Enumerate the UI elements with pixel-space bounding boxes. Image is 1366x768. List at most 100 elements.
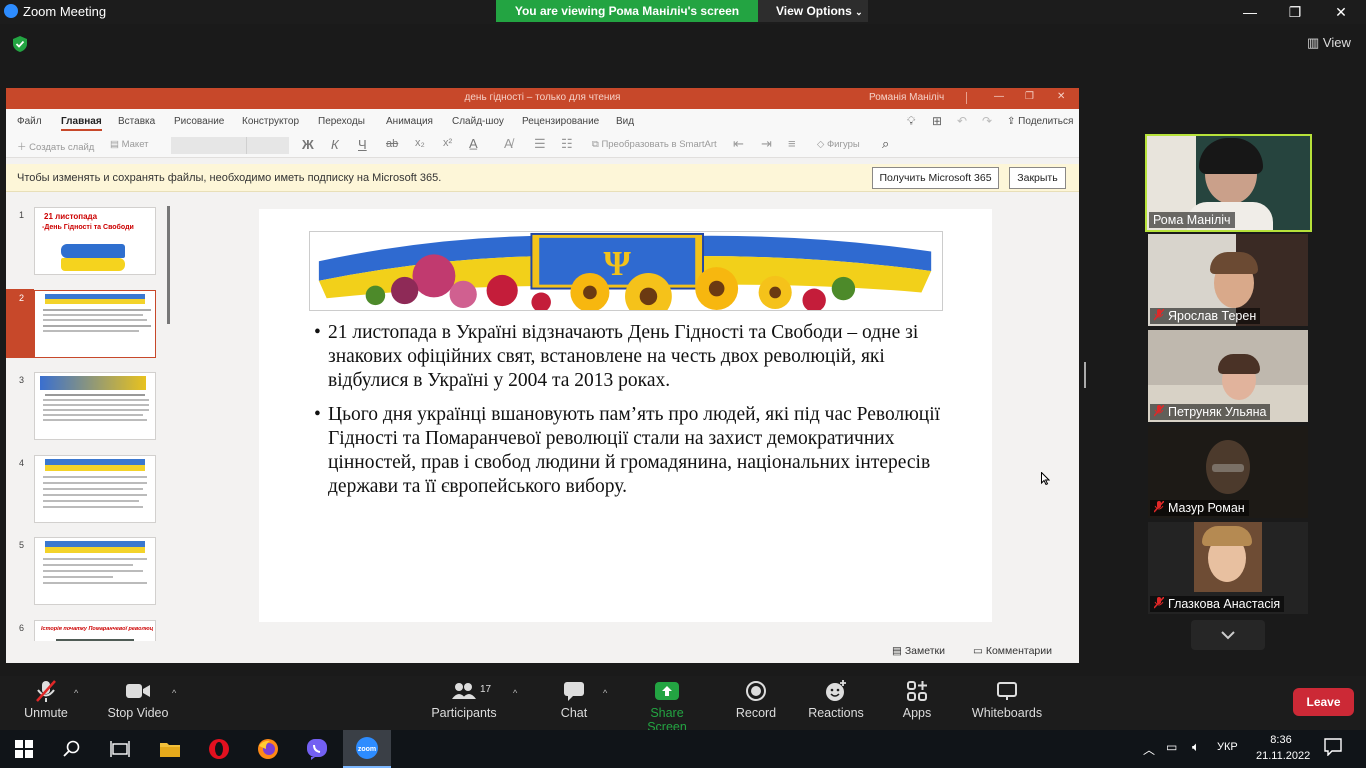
align-icon[interactable]: ≡: [788, 136, 796, 151]
layout-button[interactable]: ▤ Макет: [110, 139, 149, 150]
tab-design[interactable]: Конструктор: [242, 116, 299, 127]
comments-button[interactable]: ▭ Комментарии: [973, 645, 1052, 657]
font-family-box[interactable]: [171, 137, 246, 154]
view-button[interactable]: ▥ View: [1307, 35, 1351, 51]
audio-options-caret[interactable]: ^: [74, 688, 78, 698]
chat-button[interactable]: Chat: [556, 676, 592, 720]
search-icon[interactable]: ⌕: [882, 136, 889, 152]
tab-review[interactable]: Рецензирование: [522, 116, 599, 127]
minimize-button[interactable]: —: [1227, 2, 1273, 22]
clock[interactable]: 8:36 21.11.2022: [1256, 732, 1310, 764]
slide-thumbnail-3[interactable]: [34, 372, 156, 440]
windows-start-icon[interactable]: [0, 730, 48, 768]
ppt-minimize-icon[interactable]: —: [994, 91, 1004, 102]
encryption-shield-icon[interactable]: [12, 35, 28, 53]
slide-thumbnail-4[interactable]: [34, 455, 156, 523]
participants-icon: [452, 683, 476, 699]
tab-view[interactable]: Вид: [616, 116, 634, 127]
slide-thumbnail-2[interactable]: [34, 290, 156, 358]
notifications-icon[interactable]: [1324, 738, 1342, 761]
slide-body-text: 21 листопада в Україні відзначають День …: [314, 321, 954, 509]
notes-button[interactable]: ▤ Заметки: [892, 645, 945, 657]
reactions-button[interactable]: Reactions: [808, 676, 864, 720]
keyboard-language[interactable]: УКР: [1217, 741, 1238, 753]
slide-thumbnail-5[interactable]: [34, 537, 156, 605]
tab-file[interactable]: Файл: [17, 116, 42, 127]
zoom-taskbar-icon[interactable]: zoom: [343, 730, 391, 768]
active-speaker-tile[interactable]: Рома Маніліч: [1145, 134, 1312, 232]
tab-insert[interactable]: Вставка: [118, 116, 155, 127]
panel-resize-handle[interactable]: [1084, 362, 1086, 388]
get-microsoft365-button[interactable]: Получить Microsoft 365: [872, 167, 999, 189]
clear-format-icon[interactable]: A̸: [504, 136, 513, 151]
decrease-indent-icon[interactable]: ⇤: [733, 136, 744, 152]
battery-icon[interactable]: ▭: [1166, 740, 1177, 754]
volume-icon[interactable]: 🔈︎: [1192, 739, 1200, 755]
slide-thumbnail-1[interactable]: 21 листопада -День Гідності та Свободи: [34, 207, 156, 275]
firefox-browser-icon[interactable]: [244, 730, 292, 768]
view-options-button[interactable]: View Options ⌄: [758, 0, 868, 22]
participant-tile[interactable]: Петруняк Ульяна: [1148, 330, 1308, 422]
participant-tile[interactable]: Ярослав Терен: [1148, 234, 1308, 326]
font-color-icon[interactable]: A̲: [469, 136, 478, 151]
tab-transitions[interactable]: Переходы: [318, 116, 365, 127]
whiteboard-icon: [997, 682, 1017, 700]
comment-icon: ▭: [973, 645, 983, 657]
ppt-maximize-icon[interactable]: ❐: [1025, 91, 1034, 102]
smartart-icon: ⧉: [592, 139, 599, 150]
share-button[interactable]: ⇪ Поделиться: [1007, 116, 1073, 127]
share-screen-button[interactable]: Share Screen: [630, 676, 704, 734]
stop-video-button[interactable]: Stop Video: [106, 676, 170, 720]
tab-animation[interactable]: Анимация: [386, 116, 433, 127]
lightbulb-icon[interactable]: 💡︎: [907, 114, 915, 129]
new-slide-button[interactable]: ＋ Создать слайд: [17, 139, 94, 153]
ppt-close-icon[interactable]: ✕: [1057, 91, 1065, 102]
participant-tile[interactable]: Мазур Роман: [1148, 426, 1308, 518]
scroll-down-button[interactable]: [1191, 620, 1265, 650]
font-size-box[interactable]: [246, 137, 289, 154]
redo-icon[interactable]: ↷: [982, 114, 992, 128]
chat-options-caret[interactable]: ^: [603, 688, 607, 698]
viber-icon[interactable]: [293, 730, 341, 768]
underline-button[interactable]: Ч: [358, 137, 367, 152]
strikethrough-button[interactable]: ab: [386, 138, 398, 150]
participant-tile[interactable]: Глазкова Анастасія: [1148, 522, 1308, 614]
thumbnail-scrollbar[interactable]: [167, 206, 170, 324]
increase-indent-icon[interactable]: ⇥: [761, 136, 772, 152]
plus-icon: ＋: [17, 142, 27, 153]
participants-button[interactable]: 17 Participants: [430, 676, 498, 720]
slide-number: 3: [19, 375, 25, 385]
undo-icon[interactable]: ↶: [957, 114, 967, 128]
apps-button[interactable]: Apps: [898, 676, 936, 720]
bullets-icon[interactable]: ☰: [534, 136, 546, 152]
unmute-button[interactable]: Unmute: [20, 676, 72, 720]
maximize-button[interactable]: ❐: [1272, 2, 1318, 22]
close-notice-button[interactable]: Закрыть: [1009, 167, 1066, 189]
tab-draw[interactable]: Рисование: [174, 116, 224, 127]
task-view-icon[interactable]: [96, 730, 144, 768]
participants-options-caret[interactable]: ^: [513, 688, 517, 698]
leave-button[interactable]: Leave: [1293, 688, 1354, 716]
file-explorer-icon[interactable]: [146, 730, 194, 768]
italic-button[interactable]: К: [331, 137, 339, 152]
superscript-icon[interactable]: x²: [443, 137, 452, 149]
smartart-button[interactable]: ⧉ Преобразовать в SmartArt: [592, 139, 717, 150]
shapes-button[interactable]: ◇ Фигуры: [817, 139, 860, 150]
subscript-icon[interactable]: x₂: [415, 137, 425, 149]
present-icon[interactable]: ⊞: [932, 114, 942, 128]
close-button[interactable]: ✕: [1318, 2, 1364, 22]
tab-slideshow[interactable]: Слайд-шоу: [452, 116, 504, 127]
thumb-text-line: [43, 506, 143, 508]
numbering-icon[interactable]: ☷: [561, 136, 573, 152]
comments-label: Комментарии: [985, 645, 1052, 657]
search-icon[interactable]: [48, 730, 96, 768]
chevron-up-icon[interactable]: ︿: [1143, 741, 1155, 758]
current-slide[interactable]: Ψ 21 листопада в Україні відзначають Ден…: [259, 209, 992, 622]
whiteboards-button[interactable]: Whiteboards: [968, 676, 1046, 720]
bold-button[interactable]: Ж: [302, 137, 314, 152]
opera-browser-icon[interactable]: [195, 730, 243, 768]
video-options-caret[interactable]: ^: [172, 688, 176, 698]
record-button[interactable]: Record: [734, 676, 778, 720]
participant-name-tag: Петруняк Ульяна: [1150, 404, 1271, 420]
tab-home[interactable]: Главная: [61, 116, 102, 131]
